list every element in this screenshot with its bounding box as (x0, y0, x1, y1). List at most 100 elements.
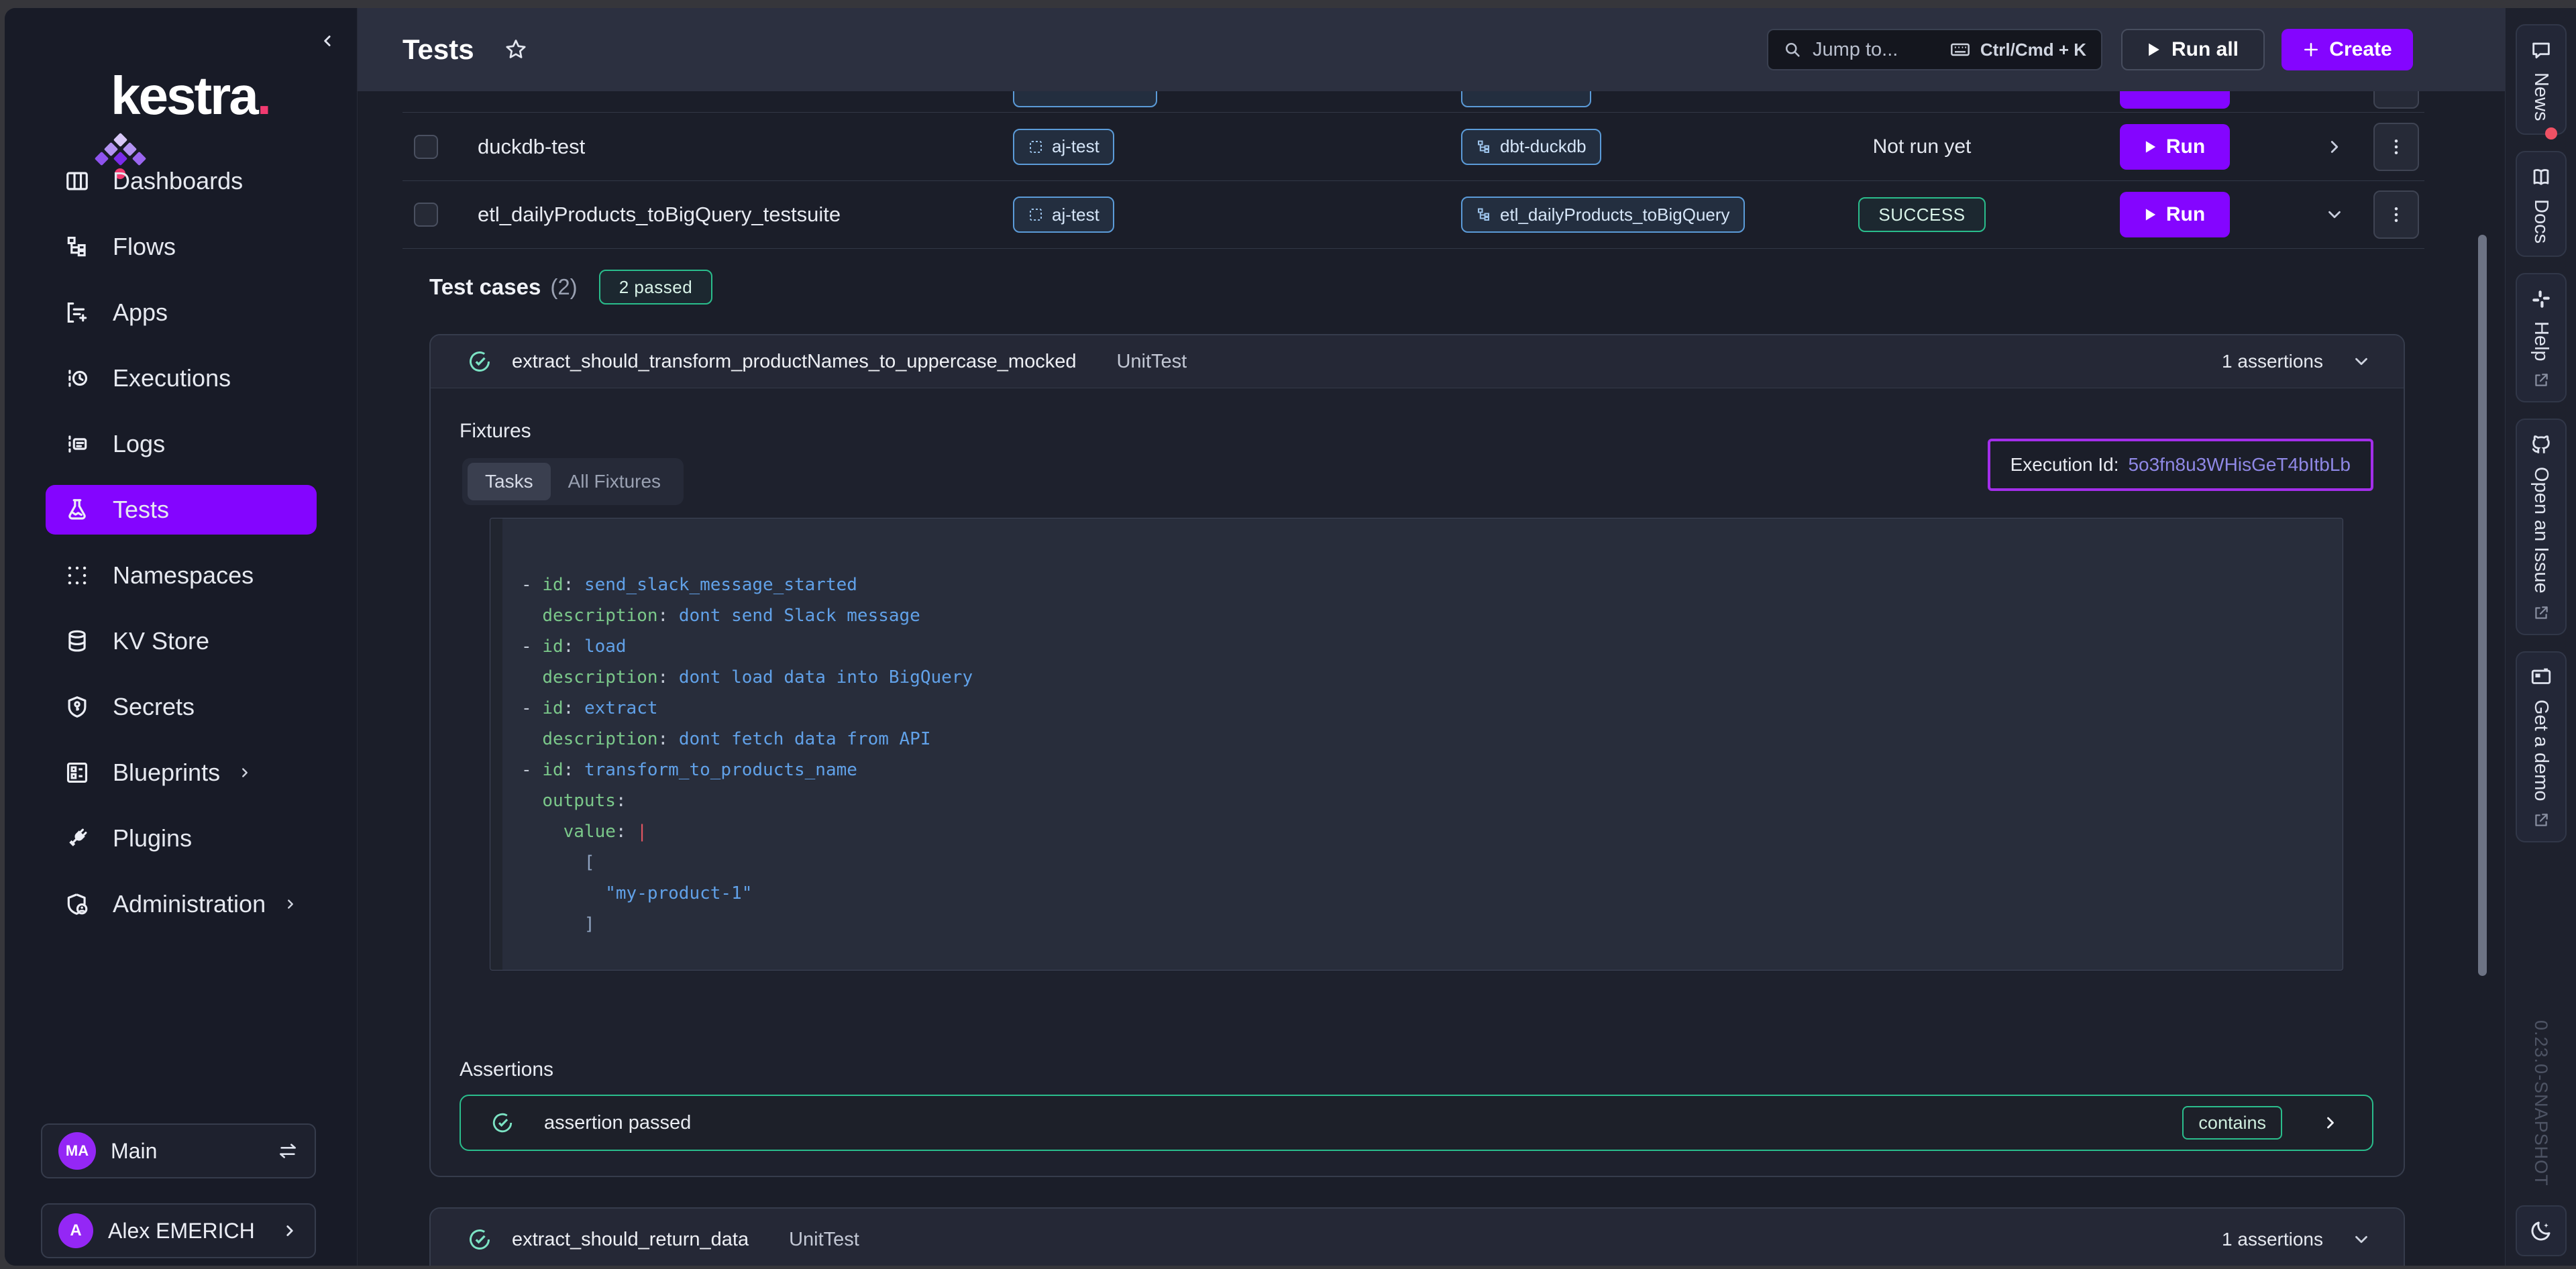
tab-tasks[interactable]: Tasks (468, 463, 551, 500)
flow-badge[interactable]: etl_dailyProducts_toBigQuery (1461, 197, 1745, 233)
docs-button[interactable]: Docs (2516, 151, 2567, 257)
table-row[interactable]: duckdb-test aj-test dbt-duckdb Not run y… (402, 112, 2424, 180)
sidebar-item-label: Executions (113, 364, 231, 392)
row-menu-button[interactable] (2373, 123, 2419, 171)
clipped-badge (1461, 91, 1591, 107)
test-cases-heading: Test cases (2) 2 passed (429, 269, 712, 305)
user-menu[interactable]: A Alex EMERICH (41, 1203, 316, 1258)
assertions-label: Assertions (460, 1058, 553, 1081)
run-button[interactable]: Run (2120, 192, 2230, 237)
moon-icon (2529, 1219, 2553, 1243)
sidebar-item-plugins[interactable]: Plugins (40, 806, 322, 871)
sidebar-item-label: KV Store (113, 627, 209, 655)
code-line: description: dont load data into BigQuer… (521, 662, 2336, 693)
flow-badge[interactable]: dbt-duckdb (1461, 129, 1601, 165)
assertion-row[interactable]: assertion passed contains (460, 1095, 2373, 1151)
check-circle-icon (468, 1227, 492, 1252)
create-button[interactable]: Create (2282, 29, 2413, 70)
apps-icon (64, 299, 91, 326)
code-line: [ (521, 847, 2336, 878)
main-area: Tests Jump to... Ctrl/Cmd + K Run all (358, 8, 2505, 1266)
help-button[interactable]: Help (2516, 273, 2567, 403)
chevron-down-icon[interactable] (2351, 1229, 2371, 1250)
test-case-header[interactable]: extract_should_transform_productNames_to… (431, 335, 2404, 388)
code-line: description: dont fetch data from API (521, 724, 2336, 755)
sidebar-item-secrets[interactable]: Secrets (40, 674, 322, 740)
execution-id-link[interactable]: 5o3fn8u3WHisGeT4bItbLb (2128, 454, 2351, 476)
sidebar-item-blueprints[interactable]: Blueprints (40, 740, 322, 806)
theme-toggle-button[interactable] (2516, 1205, 2567, 1256)
switch-tenant-icon[interactable] (277, 1140, 299, 1162)
sidebar-item-flows[interactable]: Flows (40, 214, 322, 280)
code-line: ] (521, 909, 2336, 940)
row-checkbox[interactable] (414, 135, 438, 159)
search-placeholder: Jump to... (1813, 39, 1898, 61)
logo-wordmark: kestra. (111, 65, 270, 127)
sidebar-item-label: Blueprints (113, 759, 220, 787)
news-button[interactable]: News (2516, 24, 2567, 135)
success-badge: SUCCESS (1858, 197, 1985, 232)
test-name[interactable]: etl_dailyProducts_toBigQuery_testsuite (478, 203, 841, 227)
chevron-right-icon[interactable] (2321, 1113, 2340, 1132)
test-cases-title: Test cases (429, 274, 541, 300)
row-menu-button[interactable] (2373, 190, 2419, 239)
book-icon (2530, 166, 2553, 188)
sidebar-item-tests[interactable]: Tests (40, 477, 322, 543)
table-row[interactable]: etl_dailyProducts_toBigQuery_testsuite a… (402, 180, 2424, 249)
status-cell: SUCCESS (1778, 197, 2066, 232)
assertion-text: assertion passed (544, 1112, 691, 1134)
sidebar-item-kvstore[interactable]: KV Store (40, 608, 322, 674)
presentation-icon (2530, 666, 2553, 689)
vertical-scrollbar[interactable] (2478, 235, 2487, 976)
tab-all-fixtures[interactable]: All Fixtures (551, 463, 678, 500)
jump-to-search[interactable]: Jump to... Ctrl/Cmd + K (1767, 29, 2102, 70)
assertions-count: 1 assertions (2222, 1229, 2323, 1250)
sidebar-item-dashboards[interactable]: Dashboards (40, 148, 322, 214)
external-link-icon (2532, 372, 2550, 389)
chevron-down-icon[interactable] (2351, 351, 2371, 372)
external-link-icon (2532, 812, 2550, 829)
row-checkbox[interactable] (414, 203, 438, 227)
test-case-title: extract_should_return_data (512, 1229, 749, 1251)
fixtures-tabs: Tasks All Fixtures (462, 458, 684, 505)
chevron-right-icon[interactable] (2321, 137, 2348, 157)
sidebar-item-executions[interactable]: Executions (40, 345, 322, 411)
plug-icon (64, 825, 91, 852)
plus-icon (2302, 41, 2320, 58)
sidebar-collapse-icon[interactable] (319, 32, 337, 50)
keyboard-icon (1949, 39, 1971, 60)
execution-id-box: Execution Id: 5o3fn8u3WHisGeT4bItbLb (1988, 439, 2373, 491)
yaml-code: - id: send_slack_message_started descrip… (521, 569, 2336, 940)
test-case-header[interactable]: extract_should_return_data UnitTest 1 as… (431, 1209, 2404, 1266)
sidebar-item-logs[interactable]: Logs (40, 411, 322, 477)
namespace-badge[interactable]: aj-test (1013, 197, 1114, 233)
fixtures-code-editor[interactable]: - id: send_slack_message_started descrip… (490, 518, 2343, 971)
tests-flask-icon (64, 496, 91, 523)
sidebar-item-label: Secrets (113, 693, 195, 721)
sidebar-item-administration[interactable]: Administration (40, 871, 322, 937)
chevron-right-icon (237, 765, 252, 780)
run-button[interactable]: Run (2120, 124, 2230, 170)
run-all-button[interactable]: Run all (2121, 29, 2265, 70)
favorite-star-icon[interactable] (504, 38, 528, 62)
status-text: Not run yet (1778, 135, 2066, 158)
sidebar-item-label: Administration (113, 890, 266, 918)
shield-key-icon (64, 694, 91, 720)
page-title: Tests (402, 34, 474, 66)
tenant-name: Main (111, 1139, 157, 1164)
tenant-selector[interactable]: MA Main (41, 1123, 316, 1178)
sidebar-item-label: Flows (113, 233, 176, 261)
clipped-run-button (2120, 91, 2230, 109)
play-icon (2145, 208, 2157, 221)
namespace-badge[interactable]: aj-test (1013, 129, 1114, 165)
play-icon (2147, 42, 2161, 57)
execution-id-label: Execution Id: (2010, 454, 2119, 476)
sidebar-item-label: Tests (113, 496, 169, 524)
chevron-down-icon[interactable] (2321, 205, 2348, 225)
open-issue-button[interactable]: Open an Issue (2516, 419, 2567, 635)
left-sidebar: kestra. Dashboards Flows Apps (5, 8, 358, 1266)
get-demo-button[interactable]: Get a demo (2516, 651, 2567, 843)
test-name[interactable]: duckdb-test (478, 135, 585, 159)
sidebar-item-apps[interactable]: Apps (40, 280, 322, 345)
sidebar-item-namespaces[interactable]: Namespaces (40, 543, 322, 608)
